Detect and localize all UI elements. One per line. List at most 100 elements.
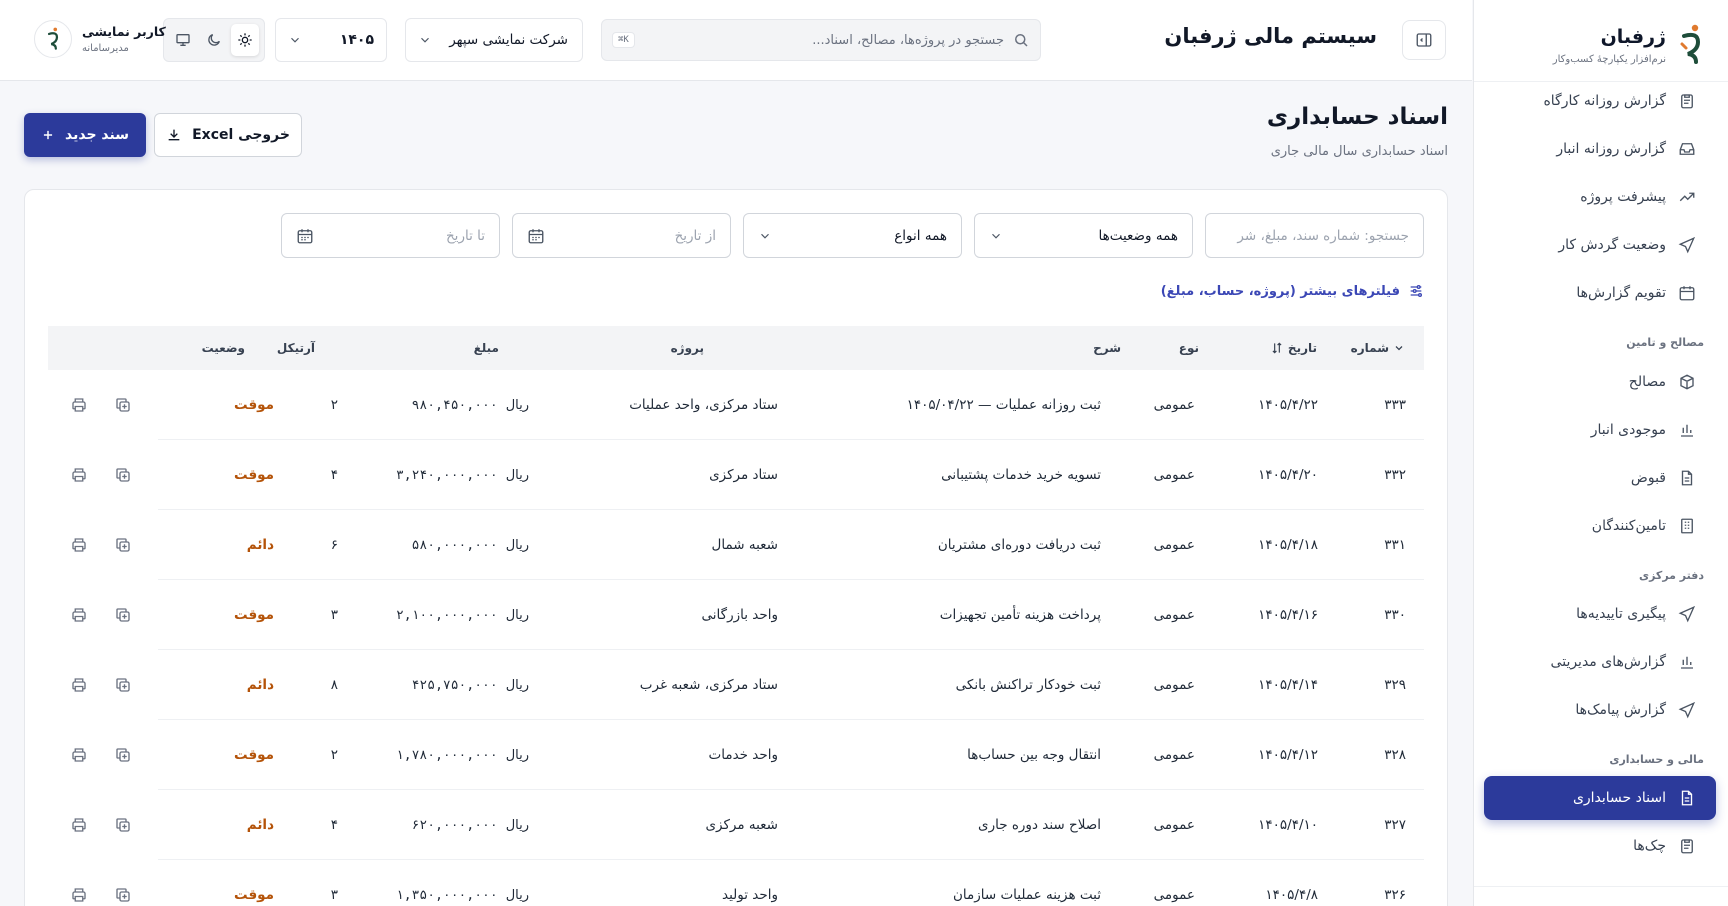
sidebar-item-label: گزارش پیامک‌ها xyxy=(1575,702,1666,718)
sidebar-item-workflow-status[interactable]: وضعیت گردش کار xyxy=(1484,223,1716,267)
copy-icon[interactable] xyxy=(114,606,132,624)
table-row[interactable]: ۳۳۲ ۱۴۰۵/۴/۲۰ عمومی تسویه خرید خدمات پشت… xyxy=(48,440,1424,510)
currency-label: ریال xyxy=(505,747,529,763)
sidebar-item-management-reports[interactable]: گزارش‌های مدیریتی xyxy=(1484,640,1716,684)
status-badge: موقت xyxy=(234,467,274,483)
print-icon[interactable] xyxy=(70,536,88,554)
sort-by-date[interactable]: تاریخ xyxy=(1270,341,1317,355)
table-row[interactable]: ۳۳۰ ۱۴۰۵/۴/۱۶ عمومی پرداخت هزینه تأمین ت… xyxy=(48,580,1424,650)
company-select[interactable]: شرکت نمایشی سپهر xyxy=(405,18,583,62)
cell-project: ستاد مرکزی، واحد عملیات xyxy=(629,397,778,413)
calendar-icon[interactable] xyxy=(527,227,545,245)
cell-type: عمومی xyxy=(1153,887,1195,903)
sidebar-item-approvals[interactable]: پیگیری تاییدیه‌ها xyxy=(1484,592,1716,636)
dark-theme-button[interactable] xyxy=(200,24,228,56)
sidebar-item-accounting-documents[interactable]: اسناد حسابداری xyxy=(1484,776,1716,820)
cell-amount: ریال ۵۸۰,۰۰۰,۰۰۰ xyxy=(412,538,529,553)
document-search-input[interactable] xyxy=(1220,227,1409,244)
from-date-input[interactable] xyxy=(545,227,716,244)
sort-by-number[interactable]: شماره xyxy=(1351,341,1405,355)
print-icon[interactable] xyxy=(70,886,88,904)
copy-icon[interactable] xyxy=(114,676,132,694)
cell-type: عمومی xyxy=(1153,467,1195,483)
download-icon xyxy=(168,129,180,141)
table-header: شماره تاریخ نوع شرح پروژه مبلغ آرتیکل وض… xyxy=(48,326,1424,370)
cell-description: پرداخت هزینه تأمین تجهیزات xyxy=(939,607,1101,623)
copy-icon[interactable] xyxy=(114,816,132,834)
system-theme-button[interactable] xyxy=(169,24,197,56)
calendar-icon[interactable] xyxy=(296,227,314,245)
sidebar-item-inventory[interactable]: موجودی انبار xyxy=(1484,408,1716,452)
brand-logo-icon xyxy=(46,27,59,50)
copy-icon[interactable] xyxy=(114,886,132,904)
global-search-input[interactable] xyxy=(642,32,1004,48)
search-icon xyxy=(1012,31,1030,49)
export-excel-button[interactable]: خروجی Excel xyxy=(154,113,302,157)
cell-amount: ریال ۲,۱۰۰,۰۰۰,۰۰۰ xyxy=(396,608,529,623)
more-filters-label: فیلترهای بیشتر (پروژه، حساب، مبلغ) xyxy=(1160,283,1400,299)
copy-icon[interactable] xyxy=(114,746,132,764)
copy-icon[interactable] xyxy=(114,536,132,554)
sidebar-item-reports-calendar[interactable]: تقویم گزارش‌ها xyxy=(1484,271,1716,315)
sidebar-item-suppliers[interactable]: تامین‌کنندگان xyxy=(1484,504,1716,548)
chevron-down-icon xyxy=(418,33,432,47)
cell-number: ۳۲۶ xyxy=(1384,887,1406,903)
trend-up-icon xyxy=(1678,188,1696,206)
print-icon[interactable] xyxy=(70,746,88,764)
sidebar-item-project-progress[interactable]: پیشرفت پروژه xyxy=(1484,175,1716,219)
cell-article: ۳ xyxy=(330,607,338,623)
cell-amount: ریال ۹۸۰,۴۵۰,۰۰۰ xyxy=(412,398,529,413)
to-date-input[interactable] xyxy=(314,227,485,244)
table-row[interactable]: ۳۳۳ ۱۴۰۵/۴/۲۲ عمومی ثبت روزانه عملیات — … xyxy=(48,370,1424,440)
cell-project: ستاد مرکزی xyxy=(709,467,778,483)
light-theme-button[interactable] xyxy=(230,24,259,56)
sidebar-toggle-button[interactable] xyxy=(1402,20,1446,60)
type-filter-select[interactable]: همه انواع xyxy=(743,213,962,258)
column-header-number: شماره xyxy=(1350,341,1389,355)
table-row[interactable]: ۳۲۶ ۱۴۰۵/۴/۸ عمومی ثبت هزینه عملیات سازم… xyxy=(48,860,1424,906)
table-row[interactable]: ۳۲۷ ۱۴۰۵/۴/۱۰ عمومی اصلاح سند دوره جاری … xyxy=(48,790,1424,860)
column-header-description: شرح xyxy=(1093,341,1121,355)
copy-icon[interactable] xyxy=(114,396,132,414)
cell-article: ۸ xyxy=(330,677,338,693)
cell-date: ۱۴۰۵/۴/۲۲ xyxy=(1258,397,1318,413)
print-icon[interactable] xyxy=(70,466,88,484)
cell-number: ۳۳۲ xyxy=(1384,467,1406,483)
from-date-field xyxy=(512,213,731,258)
sidebar-item-warehouse-daily-report[interactable]: گزارش روزانه انبار xyxy=(1484,127,1716,171)
new-document-button[interactable]: سند جدید xyxy=(24,113,146,157)
bar-chart-icon xyxy=(1678,421,1696,439)
building-icon xyxy=(1678,517,1696,535)
sidebar-item-cheques[interactable]: چک‌ها xyxy=(1484,824,1716,868)
print-icon[interactable] xyxy=(70,676,88,694)
monitor-icon xyxy=(176,34,191,46)
brand-name: ژرفبان xyxy=(1600,25,1666,48)
column-header-article: آرتیکل xyxy=(276,341,315,355)
bar-chart-icon xyxy=(1678,653,1696,671)
status-filter-value: همه وضعیت‌ها xyxy=(1098,227,1178,244)
send-icon xyxy=(1678,236,1696,254)
document-icon xyxy=(1678,469,1696,487)
table-row[interactable]: ۳۲۸ ۱۴۰۵/۴/۱۲ عمومی انتقال وجه بین حساب‌… xyxy=(48,720,1424,790)
sidebar-item-materials[interactable]: مصالح xyxy=(1484,360,1716,404)
more-filters-toggle[interactable]: فیلترهای بیشتر (پروژه، حساب، مبلغ) xyxy=(1161,283,1424,299)
fiscal-year-select[interactable]: ۱۴۰۵ xyxy=(275,18,387,62)
table-row[interactable]: ۳۲۹ ۱۴۰۵/۴/۱۴ عمومی ثبت خودکار تراکنش با… xyxy=(48,650,1424,720)
sidebar-item-label: تقویم گزارش‌ها xyxy=(1576,285,1666,301)
cell-article: ۲ xyxy=(330,747,338,763)
status-badge: دائم xyxy=(246,677,274,693)
print-icon[interactable] xyxy=(70,396,88,414)
print-icon[interactable] xyxy=(70,816,88,834)
user-menu[interactable]: کاربر نمایشی مدیرسامانه xyxy=(34,20,166,58)
copy-icon[interactable] xyxy=(114,466,132,484)
sidebar-item-sms-report[interactable]: گزارش پیامک‌ها xyxy=(1484,688,1716,732)
chevron-down-icon xyxy=(758,229,772,243)
fiscal-year-value: ۱۴۰۵ xyxy=(339,32,374,48)
status-filter-select[interactable]: همه وضعیت‌ها xyxy=(974,213,1193,258)
sidebar-item-site-daily-report[interactable]: گزارش روزانه کارگاه xyxy=(1484,79,1716,123)
global-search: K⌘ xyxy=(601,19,1041,61)
print-icon[interactable] xyxy=(70,606,88,624)
sidebar-item-receipts[interactable]: قبوض xyxy=(1484,456,1716,500)
table-row[interactable]: ۳۳۱ ۱۴۰۵/۴/۱۸ عمومی ثبت دریافت دوره‌ای م… xyxy=(48,510,1424,580)
amount-value: ۴۲۵,۷۵۰,۰۰۰ xyxy=(411,677,498,693)
